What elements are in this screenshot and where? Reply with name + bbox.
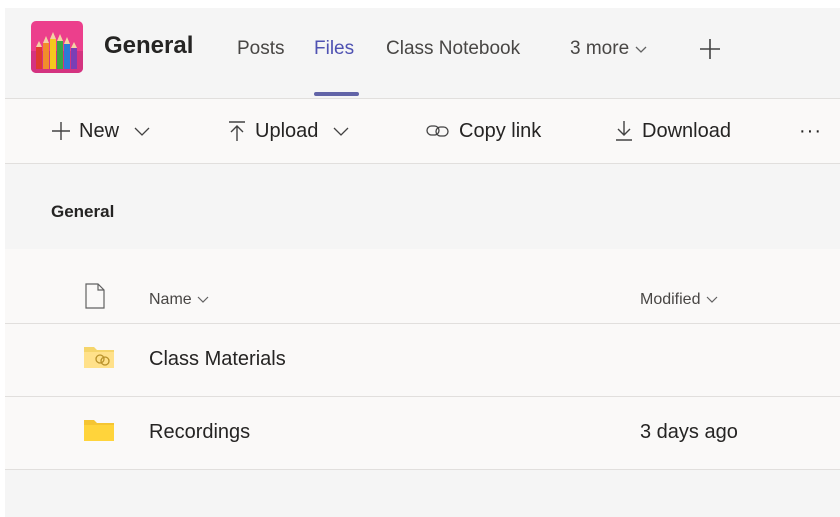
name-column-header[interactable]: Name	[149, 291, 210, 309]
upload-button-label: Upload	[255, 119, 319, 142]
team-name: General	[104, 32, 194, 59]
file-type-icon	[84, 283, 106, 314]
chevron-down-icon	[634, 38, 648, 60]
file-name[interactable]: Recordings	[149, 421, 250, 444]
table-row[interactable]: Class Materials	[5, 324, 840, 397]
modified-column-label: Modified	[640, 291, 701, 309]
team-logo	[31, 21, 83, 73]
copy-link-button[interactable]: Copy link	[425, 118, 541, 144]
breadcrumb: General	[51, 202, 115, 221]
tab-class-notebook-label: Class Notebook	[386, 38, 521, 59]
channel-header: General Posts Files Class Notebook 3 mor…	[5, 8, 840, 99]
file-name[interactable]: Class Materials	[149, 348, 286, 371]
new-button-label: New	[79, 119, 120, 142]
upload-icon	[227, 120, 247, 142]
list-header: Name Modified	[5, 249, 840, 324]
files-app-window: General Posts Files Class Notebook 3 mor…	[5, 8, 840, 517]
tab-posts-label: Posts	[237, 38, 285, 59]
modified-column-header[interactable]: Modified	[640, 291, 719, 309]
tab-class-notebook[interactable]: Class Notebook	[386, 38, 520, 60]
upload-button[interactable]: Upload	[227, 118, 350, 144]
chevron-down-icon	[705, 291, 719, 309]
more-options-icon: ···	[799, 119, 822, 142]
tab-posts[interactable]: Posts	[237, 38, 285, 60]
table-row[interactable]: Recordings 3 days ago	[5, 397, 840, 470]
tab-more-label: 3 more	[570, 38, 630, 60]
new-button[interactable]: New	[51, 118, 151, 144]
files-toolbar: New Upload Copy link Download ···	[5, 99, 840, 164]
download-icon	[614, 120, 634, 142]
download-button-label: Download	[642, 119, 731, 142]
plus-icon	[51, 121, 71, 141]
tab-files-label: Files	[314, 38, 355, 59]
tab-files[interactable]: Files	[314, 38, 354, 60]
copy-link-label: Copy link	[459, 119, 542, 142]
link-icon	[425, 123, 451, 139]
name-column-label: Name	[149, 291, 192, 309]
add-tab-button[interactable]	[698, 37, 722, 66]
folder-icon	[83, 417, 115, 448]
chevron-down-icon	[196, 291, 210, 309]
chevron-down-icon	[332, 125, 350, 137]
download-button[interactable]: Download	[614, 118, 731, 144]
chevron-down-icon	[133, 125, 151, 137]
files-content: General Name Modified Class Materials Re…	[5, 164, 840, 517]
tab-more-dropdown[interactable]: 3 more	[570, 38, 648, 60]
shared-folder-icon	[83, 344, 115, 375]
active-tab-indicator	[314, 92, 359, 96]
plus-icon	[698, 39, 722, 65]
more-options-button[interactable]: ···	[799, 118, 822, 144]
files-list: Name Modified Class Materials Recordings…	[5, 249, 840, 470]
file-modified: 3 days ago	[640, 421, 738, 443]
